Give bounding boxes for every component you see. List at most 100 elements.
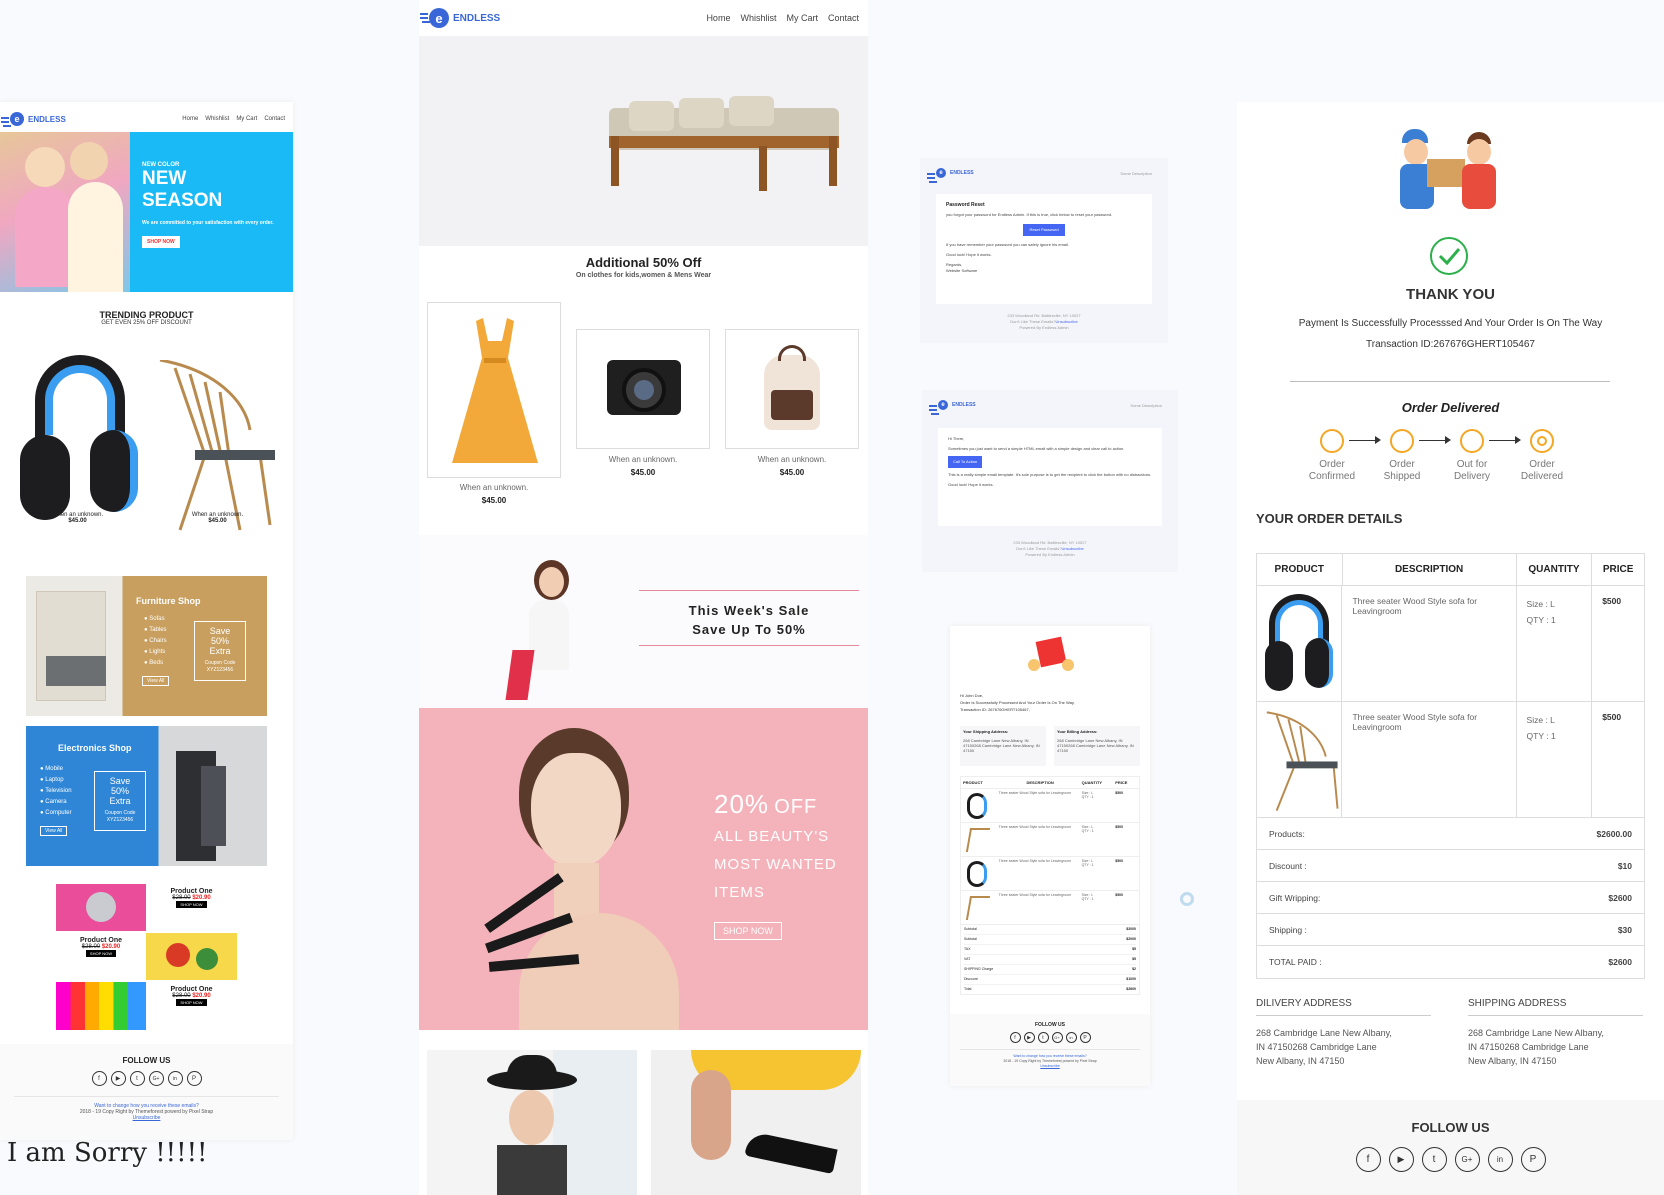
product-info-3: When an unknown. $45.00	[725, 455, 859, 477]
electronics-banner[interactable]: Electronics Shop ● Mobile ● Laptop ● Tel…	[26, 726, 267, 866]
view-all-button[interactable]: View All	[40, 826, 68, 836]
row-description: Three seater Wood Style sofa for Leaving…	[998, 893, 1072, 897]
furniture-banner[interactable]: Furniture Shop ● Sofas ● Tables ● Chairs…	[26, 576, 267, 716]
address-line: New Albany, IN 47150	[1468, 1056, 1557, 1066]
arrow-head-icon	[1375, 436, 1381, 444]
unsubscribe-link[interactable]: Unsubscribe	[14, 1115, 279, 1121]
nav-wishlist[interactable]: Whishlist	[740, 13, 776, 23]
email-template-order-invoice: Hi John Doe, Order Is Successfully Proce…	[950, 626, 1150, 1086]
unsubscribe-link[interactable]: Unsubscribe	[1061, 546, 1083, 551]
product-card-1[interactable]: When an unknown. $45.00	[20, 512, 135, 524]
reset-password-button[interactable]: Reset Password	[1023, 224, 1065, 236]
nav-home[interactable]: Home	[706, 13, 730, 23]
cta-greeting: Hi There,	[948, 436, 965, 441]
shop-now-button[interactable]: SHOP NOW	[176, 901, 207, 908]
google-plus-icon[interactable]: G+	[1051, 1032, 1063, 1043]
nav-contact[interactable]: Contact	[264, 116, 285, 122]
linkedin-icon[interactable]: in	[167, 1071, 183, 1086]
email-template-promo: e ENDLESS Home Whishlist My Cart Contact…	[419, 0, 868, 1195]
mini-product-1[interactable]: Product One $28.00 $20.90 SHOP NOW	[146, 884, 237, 931]
nav-cart[interactable]: My Cart	[786, 13, 818, 23]
beauty-shop-button[interactable]: SHOP NOW	[714, 922, 782, 940]
hero-shop-button[interactable]: SHOP NOW	[142, 236, 180, 248]
twitter-icon[interactable]: t	[1037, 1032, 1049, 1043]
social-links: f ▶ t G+ in P	[1237, 1147, 1664, 1172]
step-line-2: Confirmed	[1308, 471, 1356, 482]
total-value: $2000	[1126, 937, 1136, 941]
beauty-banner[interactable]: 20% OFF ALL BEAUTY'S MOST WANTED ITEMS S…	[419, 708, 868, 1030]
beauty-line-1: ALL BEAUTY'S	[714, 828, 830, 845]
linkedin-icon[interactable]: in	[1065, 1032, 1077, 1043]
google-plus-icon[interactable]: G+	[148, 1071, 164, 1086]
brand-logo[interactable]: e ENDLESS	[420, 8, 500, 28]
google-plus-icon[interactable]: G+	[1454, 1147, 1480, 1172]
coupon-box: Save 50% Extra Coupon Code XYZ123456	[94, 771, 146, 831]
transaction-id: Transaction ID:267676GHERT105467	[1366, 339, 1535, 350]
unsubscribe-link[interactable]: Unsubscribe	[960, 1064, 1140, 1069]
shipping-address-box: Your Shipping Address: 268 Cambridge Lan…	[960, 726, 1046, 766]
reset-signature: Website Software	[946, 268, 978, 273]
row-size: Size : L	[1526, 715, 1555, 725]
product-card-2[interactable]: When an unknown. $45.00	[160, 512, 275, 524]
youtube-icon[interactable]: ▶	[110, 1071, 126, 1086]
row-quantity: Size : L QTY : 1	[1082, 791, 1116, 820]
coupon-extra: Extra	[109, 796, 131, 806]
facebook-icon[interactable]: f	[1009, 1032, 1021, 1043]
pinterest-icon[interactable]: P	[1520, 1147, 1546, 1172]
nav-wishlist[interactable]: Whishlist	[205, 116, 229, 122]
nav-home[interactable]: Home	[182, 116, 198, 122]
footer-dislike: Don't Like These Emails?	[1016, 546, 1062, 551]
row-qty: QTY : 1	[1081, 897, 1094, 901]
mini-product-2[interactable]: Product One $28.00 $20.90 SHOP NOW	[56, 933, 146, 980]
facebook-icon[interactable]: f	[91, 1071, 107, 1086]
nav-cart[interactable]: My Cart	[236, 116, 257, 122]
success-check-icon	[1430, 237, 1468, 275]
shop-now-button[interactable]: SHOP NOW	[85, 950, 117, 957]
electronics-title: Electronics Shop	[58, 743, 132, 753]
row-price: $500	[1115, 791, 1124, 795]
step-label: Order Confirmed	[1302, 459, 1362, 483]
twitter-icon[interactable]: t	[1421, 1147, 1447, 1172]
youtube-icon[interactable]: ▶	[1023, 1032, 1035, 1043]
total-label: SHIPPING Charge	[964, 967, 994, 971]
list-item: Tables	[149, 627, 167, 633]
product-name: When an unknown.	[757, 455, 827, 464]
weekly-sale-banner[interactable]: This Week's Sale Save Up To 50%	[419, 535, 868, 708]
product-card-camera[interactable]	[576, 329, 710, 449]
beauty-line-3: ITEMS	[714, 884, 765, 901]
brand-logo[interactable]: e ENDLESS	[1, 112, 66, 126]
mini-product-3[interactable]: Product One $28.00 $20.90 SHOP NOW	[146, 982, 237, 1030]
divider	[1290, 381, 1610, 382]
footer-powered: Powered By Endless Admin	[1019, 325, 1069, 330]
logo-icon: e	[1, 112, 24, 126]
sorry-text: I am Sorry !!!!!	[7, 1138, 208, 1168]
product-card-backpack[interactable]	[725, 329, 859, 449]
nav-contact[interactable]: Contact	[828, 13, 859, 23]
product-card-dress[interactable]	[427, 302, 561, 478]
call-to-action-button[interactable]: Call To Action	[948, 456, 983, 468]
youtube-icon[interactable]: ▶	[1388, 1147, 1414, 1172]
follow-us-heading: FOLLOW US	[122, 1056, 171, 1065]
chair-image	[159, 360, 275, 531]
pinterest-icon[interactable]: P	[186, 1071, 202, 1086]
view-all-button[interactable]: View All	[142, 676, 170, 686]
reset-luck-text: Good luck! Hope it works.	[946, 252, 992, 257]
arrow-head-icon	[1445, 436, 1451, 444]
logo-icon: e	[929, 400, 948, 410]
total-label: VAT	[964, 957, 971, 961]
billing-address: 268 Cambridge Lane New Albany, IN 471502…	[1057, 738, 1134, 753]
total-value: $2600.00	[1596, 828, 1632, 839]
twitter-icon[interactable]: t	[129, 1071, 145, 1086]
linkedin-icon[interactable]: in	[1487, 1147, 1513, 1172]
facebook-icon[interactable]: f	[1355, 1147, 1381, 1172]
shop-now-button[interactable]: SHOP NOW	[176, 999, 207, 1006]
table-row: Three seater Wood Style sofa for Leaving…	[961, 857, 1139, 891]
invoice-totals: Subtotal $2000 Subtotal $2000 TAX $5 VAT $5 …	[961, 925, 1139, 994]
step-label: Order Delivered	[1512, 459, 1572, 483]
unsubscribe-link[interactable]: Unsubscribe	[1055, 319, 1077, 324]
brand-logo[interactable]: e ENDLESS	[929, 400, 976, 410]
pinterest-icon[interactable]: P	[1079, 1032, 1091, 1043]
brand-logo[interactable]: e ENDLESS	[927, 168, 974, 178]
mini-product-name: Product One	[170, 888, 213, 895]
tomato-image	[146, 933, 237, 980]
